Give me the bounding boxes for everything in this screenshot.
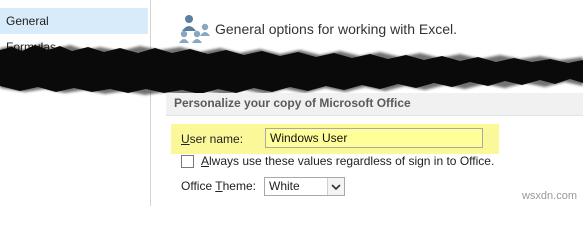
office-theme-label: Office Theme: xyxy=(181,179,256,193)
mnemonic-a: A xyxy=(201,154,210,168)
page-heading: General options for working with Excel. xyxy=(215,21,457,37)
office-theme-value: White xyxy=(269,179,300,193)
section-title: Personalize your copy of Microsoft Offic… xyxy=(174,96,411,110)
options-category-pane: General Formulas xyxy=(0,0,151,206)
always-use-checkbox[interactable] xyxy=(181,155,194,168)
nav-item-general[interactable]: General xyxy=(0,8,148,34)
chevron-down-icon[interactable] xyxy=(327,178,344,195)
user-name-label: User name: xyxy=(181,132,244,146)
office-theme-select[interactable]: White xyxy=(264,177,345,196)
mnemonic-u: U xyxy=(181,132,190,146)
always-use-label[interactable]: Always use these values regardless of si… xyxy=(201,154,494,168)
mnemonic-t: T xyxy=(215,179,223,193)
user-name-input[interactable]: Windows User xyxy=(265,128,483,148)
torn-edge-graphic xyxy=(0,44,583,96)
watermark: wsxdn.com xyxy=(521,190,577,202)
nav-item-label: General xyxy=(6,14,49,28)
